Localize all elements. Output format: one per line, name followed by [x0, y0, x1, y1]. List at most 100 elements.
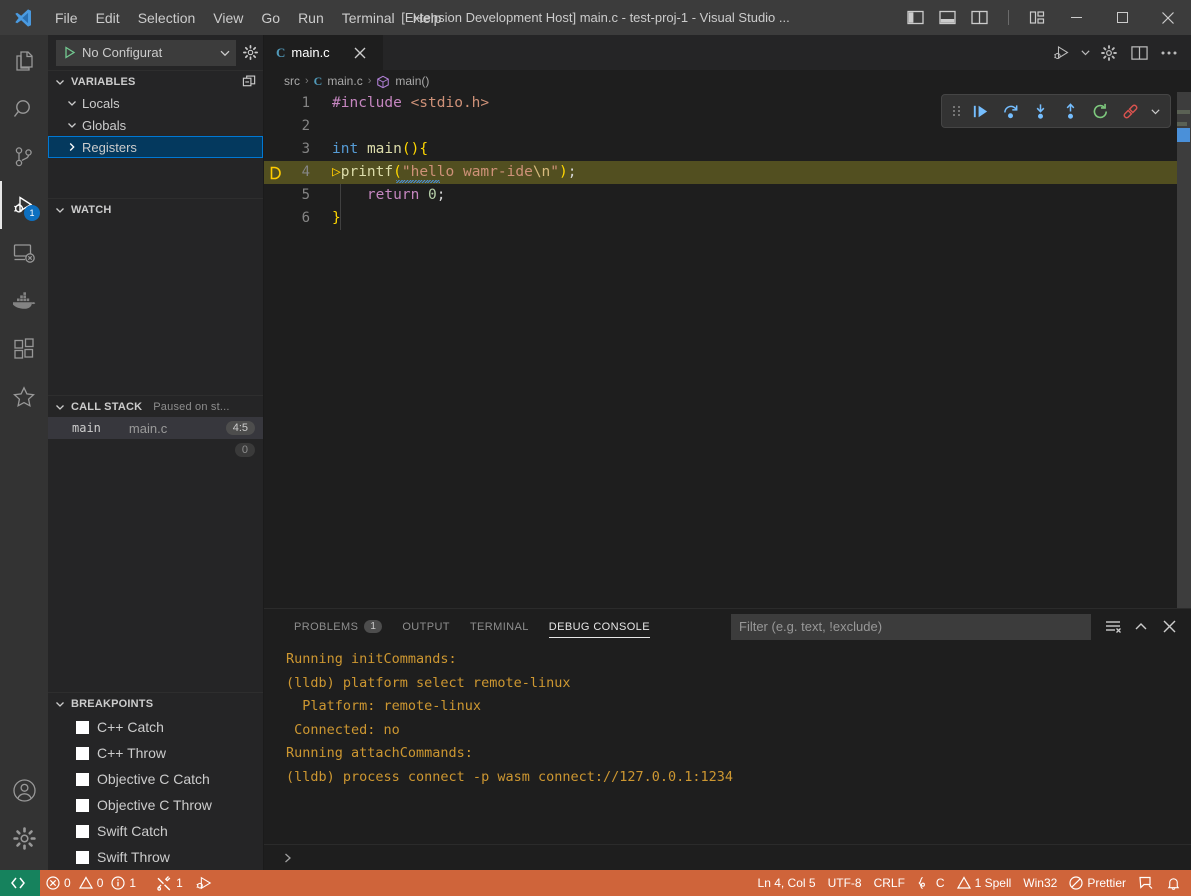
breakpoint-checkbox[interactable]	[76, 747, 89, 760]
status-prettier[interactable]: Prettier	[1063, 870, 1132, 896]
breakpoint-row[interactable]: Swift Catch	[48, 818, 263, 844]
menu-help[interactable]: Help	[404, 5, 451, 31]
menu-selection[interactable]: Selection	[129, 5, 205, 31]
drag-handle-icon[interactable]	[948, 97, 964, 125]
maximize-button[interactable]	[1099, 0, 1145, 35]
code-editor[interactable]: 1 #include <stdio.h> 2 3 int main(){	[264, 92, 1191, 608]
run-or-debug-icon[interactable]	[1047, 39, 1075, 67]
tab-terminal[interactable]: TERMINAL	[460, 609, 539, 644]
activity-item-accounts[interactable]	[0, 766, 48, 814]
breakpoint-row[interactable]: Objective C Catch	[48, 766, 263, 792]
step-out-icon[interactable]	[1056, 97, 1084, 125]
chevron-down-icon[interactable]	[1077, 39, 1093, 67]
chevron-down-icon[interactable]	[1146, 97, 1164, 125]
activity-item-remote-explorer[interactable]	[0, 229, 48, 277]
close-panel-icon[interactable]	[1157, 615, 1181, 639]
activity-item-source-control[interactable]	[0, 133, 48, 181]
variables-row-locals[interactable]: Locals	[48, 92, 263, 114]
step-into-icon[interactable]	[1026, 97, 1054, 125]
debug-configure-gear-icon[interactable]	[242, 44, 259, 61]
callstack-frame-row[interactable]: main main.c 4:5	[48, 417, 263, 439]
breakpoint-checkbox[interactable]	[76, 721, 89, 734]
breadcrumb-item-src[interactable]: src	[284, 74, 300, 88]
section-header-breakpoints[interactable]: BREAKPOINTS	[48, 692, 263, 714]
section-header-variables[interactable]: VARIABLES	[48, 70, 263, 92]
status-language-mode[interactable]: C	[911, 870, 951, 896]
breakpoint-checkbox[interactable]	[76, 773, 89, 786]
remote-indicator[interactable]	[0, 870, 40, 896]
close-button[interactable]	[1145, 0, 1191, 35]
tab-debug-console[interactable]: DEBUG CONSOLE	[539, 609, 660, 644]
status-spell-check[interactable]: 1 Spell	[951, 870, 1018, 896]
minimap-slider[interactable]	[1177, 92, 1191, 608]
debug-repl-input[interactable]	[264, 844, 1191, 870]
filter-input[interactable]	[739, 619, 1083, 634]
more-actions-icon[interactable]	[1155, 39, 1183, 67]
status-eol[interactable]: CRLF	[868, 870, 911, 896]
breakpoint-row[interactable]: C++ Catch	[48, 714, 263, 740]
section-header-watch[interactable]: WATCH	[48, 198, 263, 220]
activity-item-explorer[interactable]	[0, 37, 48, 85]
status-encoding[interactable]: UTF-8	[822, 870, 868, 896]
toggle-panel-icon[interactable]	[938, 8, 957, 27]
breakpoint-checkbox[interactable]	[76, 851, 89, 864]
breakpoint-row[interactable]: C++ Throw	[48, 740, 263, 766]
activity-item-favorites[interactable]	[0, 373, 48, 421]
menu-view[interactable]: View	[204, 5, 252, 31]
menu-edit[interactable]: Edit	[87, 5, 129, 31]
activity-item-extensions[interactable]	[0, 325, 48, 373]
breakpoint-gutter-active[interactable]	[264, 166, 286, 180]
activity-item-run-and-debug[interactable]: 1	[0, 181, 48, 229]
breakpoint-row[interactable]: Swift Throw	[48, 844, 263, 870]
step-over-icon[interactable]	[996, 97, 1024, 125]
section-header-callstack[interactable]: CALL STACK Paused on st...	[48, 395, 263, 417]
clear-console-icon[interactable]	[1101, 615, 1125, 639]
close-icon[interactable]	[350, 43, 370, 63]
menu-file[interactable]: File	[46, 5, 87, 31]
editor-minimap[interactable]	[1177, 92, 1191, 608]
activity-item-docker[interactable]	[0, 277, 48, 325]
tab-main-c[interactable]: C main.c	[264, 35, 384, 70]
restart-icon[interactable]	[1086, 97, 1114, 125]
breakpoint-checkbox[interactable]	[76, 825, 89, 838]
tab-label: OUTPUT	[402, 621, 450, 633]
menu-run[interactable]: Run	[289, 5, 333, 31]
activity-badge-debug: 1	[24, 205, 40, 221]
breakpoint-checkbox[interactable]	[76, 799, 89, 812]
variables-row-globals[interactable]: Globals	[48, 114, 263, 136]
console-filter-box[interactable]	[731, 614, 1091, 640]
status-debug-action[interactable]	[189, 870, 219, 896]
panel-actions	[731, 614, 1191, 640]
chevron-down-icon[interactable]	[219, 47, 231, 59]
tab-output[interactable]: OUTPUT	[392, 609, 460, 644]
activity-item-search[interactable]	[0, 85, 48, 133]
toggle-primary-sidebar-icon[interactable]	[906, 8, 925, 27]
split-editor-icon[interactable]	[1125, 39, 1153, 67]
status-problems[interactable]: 0 0 1	[40, 870, 142, 896]
status-notifications[interactable]	[1160, 870, 1187, 896]
variables-row-registers[interactable]: Registers	[48, 136, 263, 158]
continue-icon[interactable]	[966, 97, 994, 125]
debug-configuration-dropdown[interactable]: No Configurat	[56, 40, 236, 66]
disconnect-icon[interactable]	[1116, 97, 1144, 125]
status-tools[interactable]: 1	[150, 870, 189, 896]
maximize-panel-icon[interactable]	[1129, 615, 1153, 639]
status-platform[interactable]: Win32	[1017, 870, 1063, 896]
customize-layout-icon[interactable]	[1028, 8, 1047, 27]
console-line: Running attachCommands:	[286, 742, 1191, 766]
breakpoint-row[interactable]: Objective C Throw	[48, 792, 263, 818]
status-feedback[interactable]	[1132, 870, 1160, 896]
tab-problems[interactable]: PROBLEMS 1	[284, 609, 392, 644]
collapse-all-icon[interactable]	[242, 74, 257, 89]
breadcrumb-item-symbol[interactable]: main()	[395, 74, 429, 88]
toggle-secondary-sidebar-icon[interactable]	[970, 8, 989, 27]
activity-item-manage[interactable]	[0, 814, 48, 862]
minimize-button[interactable]	[1053, 0, 1099, 35]
menu-go[interactable]: Go	[252, 5, 289, 31]
menu-terminal[interactable]: Terminal	[333, 5, 404, 31]
breadcrumb-item-file[interactable]: main.c	[327, 74, 362, 88]
status-cursor-position[interactable]: Ln 4, Col 5	[752, 870, 822, 896]
callstack-thread-row[interactable]: 0	[48, 439, 263, 461]
settings-gear-icon[interactable]	[1095, 39, 1123, 67]
play-icon[interactable]	[63, 46, 76, 59]
